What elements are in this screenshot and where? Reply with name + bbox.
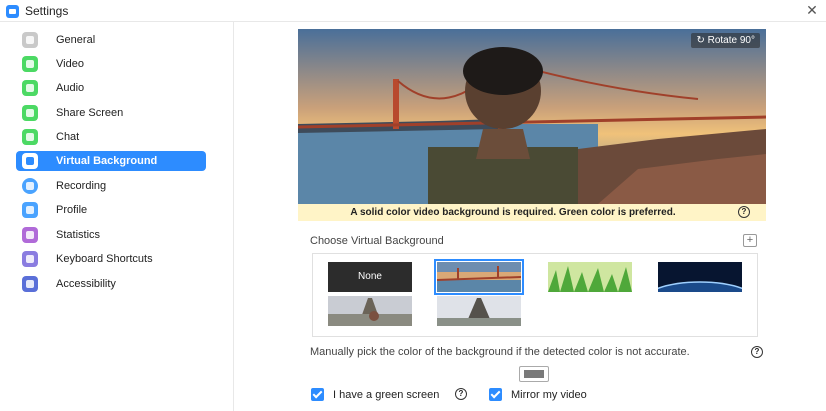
- sidebar-item-label: Chat: [56, 131, 80, 143]
- sidebar-item-label: Virtual Background: [56, 155, 158, 167]
- warning-banner: A solid color video background is requir…: [298, 204, 766, 221]
- sidebar-item-share-screen[interactable]: Share Screen: [16, 103, 206, 123]
- sidebar-item-label: Keyboard Shortcuts: [56, 253, 153, 265]
- sidebar-item-label: Audio: [56, 82, 85, 94]
- choose-background-label: Choose Virtual Background: [310, 235, 444, 247]
- share-screen-icon: [22, 105, 38, 121]
- sidebar-item-general[interactable]: General: [16, 30, 206, 50]
- background-thumb-eiffel[interactable]: [437, 296, 521, 326]
- earth-image: [658, 262, 742, 292]
- manual-color-text: Manually pick the color of the backgroun…: [310, 346, 690, 358]
- statistics-icon: [22, 227, 38, 243]
- sidebar-item-label: Statistics: [56, 229, 101, 241]
- background-image: [298, 29, 766, 204]
- sidebar-item-label: Recording: [56, 180, 107, 192]
- background-thumb-earth[interactable]: [658, 262, 742, 292]
- sidebar: General Video Audio Share Screen Chat Vi…: [0, 22, 234, 411]
- help-icon[interactable]: ?: [751, 346, 763, 358]
- background-thumb-eiffel-selfie[interactable]: [328, 296, 412, 326]
- sidebar-item-profile[interactable]: Profile: [16, 200, 206, 220]
- add-background-button[interactable]: +: [743, 234, 757, 247]
- keyboard-icon: [22, 251, 38, 267]
- window-title: Settings: [25, 4, 69, 18]
- rotate-button[interactable]: ↻ Rotate 90°: [691, 33, 760, 48]
- accessibility-icon: [22, 276, 38, 292]
- profile-icon: [22, 202, 38, 218]
- green-screen-checkbox[interactable]: [311, 388, 324, 401]
- sidebar-item-label: Share Screen: [56, 107, 124, 119]
- sidebar-item-statistics[interactable]: Statistics: [16, 225, 206, 245]
- recording-icon: [22, 178, 38, 194]
- zoom-app-icon: [6, 5, 19, 18]
- grass-image: [548, 262, 632, 292]
- title-bar: Settings ✕: [0, 0, 826, 22]
- sidebar-item-label: General: [56, 34, 96, 46]
- sidebar-item-audio[interactable]: Audio: [16, 78, 206, 98]
- background-gallery: None: [312, 253, 758, 337]
- rotate-icon: ↻: [696, 35, 708, 46]
- video-icon: [22, 56, 38, 72]
- sidebar-item-recording[interactable]: Recording: [16, 176, 206, 196]
- sidebar-item-chat[interactable]: Chat: [16, 127, 206, 147]
- chat-icon: [22, 129, 38, 145]
- gear-icon: [22, 32, 38, 48]
- golden-gate-image: [437, 262, 521, 292]
- sidebar-item-video[interactable]: Video: [16, 54, 206, 74]
- sidebar-item-accessibility[interactable]: Accessibility: [16, 274, 206, 294]
- background-thumb-golden-gate[interactable]: [434, 259, 524, 295]
- background-thumb-none[interactable]: None: [328, 262, 412, 292]
- headphones-icon: [22, 80, 38, 96]
- virtual-background-icon: [22, 153, 38, 169]
- help-icon[interactable]: ?: [455, 388, 467, 400]
- sidebar-item-label: Profile: [56, 204, 88, 216]
- rotate-label: Rotate 90°: [707, 35, 755, 46]
- close-icon[interactable]: ✕: [804, 2, 820, 18]
- sidebar-item-label: Video: [56, 58, 84, 70]
- green-screen-label: I have a green screen: [333, 389, 440, 401]
- background-thumb-grass[interactable]: [548, 262, 632, 292]
- mirror-video-checkbox[interactable]: [489, 388, 502, 401]
- eiffel-image: [437, 296, 521, 326]
- sidebar-item-virtual-background[interactable]: Virtual Background: [16, 151, 206, 171]
- video-preview: ↻ Rotate 90°: [298, 29, 766, 204]
- eiffel-selfie-image: [328, 296, 412, 326]
- sidebar-item-label: Accessibility: [56, 278, 116, 290]
- warning-text: A solid color video background is requir…: [350, 207, 676, 218]
- help-icon[interactable]: ?: [738, 206, 750, 218]
- mirror-video-label: Mirror my video: [511, 389, 587, 401]
- sidebar-item-keyboard-shortcuts[interactable]: Keyboard Shortcuts: [16, 249, 206, 269]
- background-color-picker[interactable]: [519, 366, 549, 382]
